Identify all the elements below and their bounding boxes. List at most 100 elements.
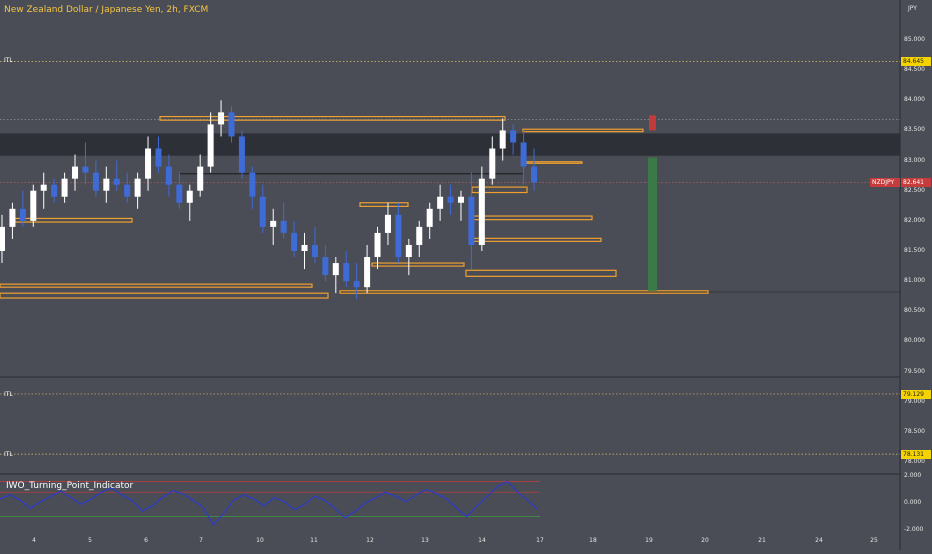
- candle-body: [0, 226, 5, 251]
- time-tick-label: 10: [256, 537, 264, 544]
- candle-body: [280, 220, 287, 233]
- candle-body: [249, 172, 256, 197]
- indicator-tick-label: 0.000: [904, 499, 922, 506]
- candle-body: [343, 263, 350, 282]
- candle-body: [447, 196, 454, 203]
- price-tick-label: 83.000: [904, 156, 925, 164]
- time-tick-label: 14: [478, 537, 486, 544]
- price-tick-label: 85.000: [904, 36, 925, 43]
- time-tick-label: 19: [645, 537, 653, 544]
- candle-body: [405, 244, 412, 258]
- symbol-flag: NZDJPY: [870, 178, 900, 187]
- time-tick-label: 21: [758, 537, 766, 544]
- candle-body: [311, 244, 318, 258]
- time-tick-label: 7: [199, 537, 203, 544]
- candle-body: [499, 130, 506, 149]
- time-tick-label: 5: [88, 537, 92, 544]
- candle-body: [384, 214, 391, 233]
- candle-body: [531, 166, 537, 183]
- candle-body: [322, 257, 329, 276]
- candle-body: [259, 196, 266, 227]
- candle-body: [176, 184, 183, 203]
- time-tick-label: 6: [144, 537, 148, 544]
- candle-body: [207, 124, 214, 167]
- sell-marker: [649, 115, 656, 131]
- price-tick-label: 82.500: [904, 186, 925, 194]
- chart-stage[interactable]: [0, 0, 932, 550]
- price-tick-label: 80.500: [904, 307, 925, 315]
- target-bar: [648, 157, 657, 291]
- candle-body: [478, 178, 485, 245]
- time-tick-label: 25: [870, 537, 878, 544]
- candle-body: [228, 112, 235, 137]
- candle-body: [186, 190, 193, 203]
- chart-canvas[interactable]: [0, 0, 932, 550]
- candle-body: [113, 178, 120, 185]
- candle-body: [364, 257, 371, 288]
- candle-body: [416, 226, 423, 245]
- price-tick-label: 80.000: [904, 337, 925, 345]
- price-tick-label: 78.500: [904, 427, 925, 435]
- time-tick-label: 18: [589, 537, 597, 544]
- candle-body: [72, 166, 79, 179]
- indicator-tick-label: -2.000: [904, 526, 924, 533]
- price-tick-label: 82.000: [904, 216, 925, 224]
- candle-body: [238, 136, 245, 173]
- price-tick-label: 79.500: [904, 367, 925, 375]
- price-tick-label: 83.500: [904, 126, 925, 134]
- candle-body: [124, 184, 131, 197]
- candle-body: [82, 166, 89, 173]
- time-tick-label: 4: [32, 537, 36, 544]
- time-tick-label: 20: [701, 537, 709, 544]
- candle-body: [61, 178, 68, 197]
- indicator-tick-label: 2.000: [904, 472, 922, 479]
- candle-body: [437, 196, 444, 209]
- time-tick-label: 24: [815, 537, 823, 544]
- candle-body: [395, 214, 402, 258]
- itl-price-flag-1: 84.645: [901, 57, 931, 66]
- candle-body: [301, 244, 308, 251]
- itl-price-flag-3: 78.131: [901, 450, 931, 459]
- candle-body: [489, 148, 496, 179]
- candle-body: [291, 232, 298, 251]
- time-tick-label: 13: [421, 537, 429, 544]
- candle-body: [520, 142, 527, 167]
- candle-body: [155, 148, 162, 167]
- price-tick-label: 78.000: [904, 458, 925, 465]
- candle-body: [40, 184, 47, 191]
- indicator-title[interactable]: IWO_Turning_Point_Indicator: [6, 481, 133, 491]
- candle-body: [426, 208, 433, 227]
- currency-label: JPY: [908, 5, 917, 12]
- itl-label-3: ITL: [4, 451, 13, 458]
- candle-body: [332, 263, 339, 276]
- candle-body: [51, 184, 58, 197]
- candle-body: [134, 178, 141, 197]
- itl-label-1: ITL: [4, 57, 13, 64]
- candle-body: [19, 208, 26, 221]
- itl-price-flag-2: 79.129: [901, 390, 931, 399]
- candle-body: [30, 190, 37, 221]
- chart-title: New Zealand Dollar / Japanese Yen, 2h, F…: [4, 5, 209, 15]
- candle-body: [103, 178, 110, 191]
- candle-body: [197, 166, 204, 191]
- time-tick-label: 12: [366, 537, 374, 544]
- itl-label-2: ITL: [4, 391, 13, 398]
- candle-body: [9, 208, 16, 227]
- candle-body: [92, 172, 99, 191]
- price-tick-label: 81.500: [904, 247, 925, 254]
- candle-body: [468, 196, 475, 245]
- time-tick-label: 11: [310, 537, 318, 544]
- time-tick-label: 17: [536, 537, 544, 544]
- price-tick-label: 84.500: [904, 66, 925, 74]
- current-price-flag: 82.641: [901, 178, 931, 187]
- candle-body: [510, 130, 517, 143]
- dark-band: [0, 133, 900, 156]
- candle-body: [374, 232, 381, 258]
- candle-body: [270, 220, 277, 227]
- price-tick-label: 84.000: [904, 96, 925, 104]
- candle-body: [218, 112, 225, 125]
- candle-body: [165, 166, 172, 185]
- price-tick-label: 81.000: [904, 277, 925, 285]
- candle-body: [353, 281, 360, 288]
- candle-body: [457, 196, 464, 203]
